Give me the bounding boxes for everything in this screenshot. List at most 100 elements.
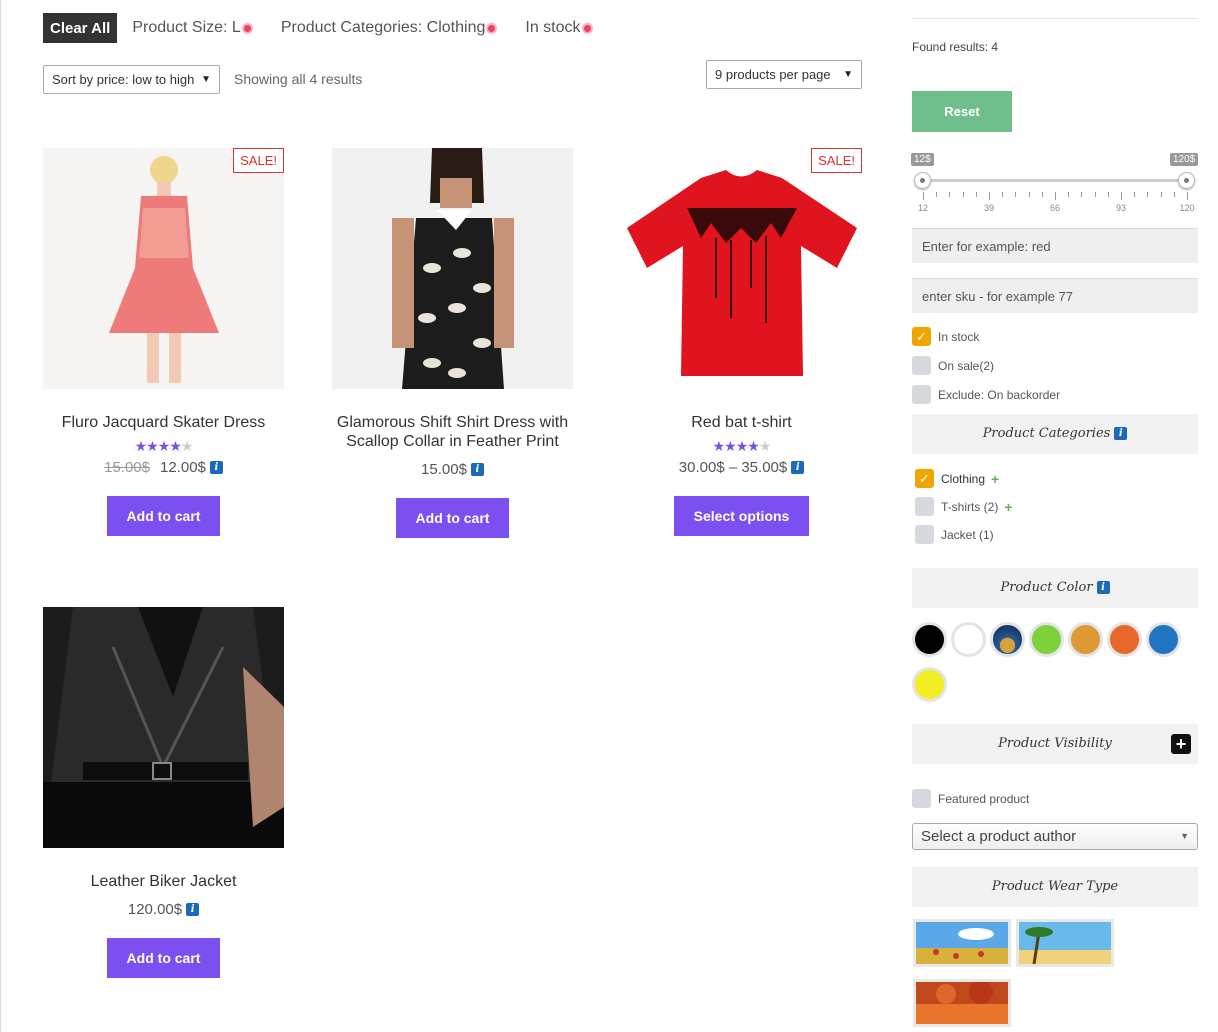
add-to-cart-button[interactable]: Add to cart: [106, 496, 221, 536]
slider-tick: [1002, 192, 1004, 197]
price-slider-track[interactable]: [922, 179, 1187, 182]
info-icon[interactable]: i: [186, 903, 200, 916]
color-search-input[interactable]: Enter for example: red: [912, 228, 1198, 263]
chevron-down-icon: ▼: [1180, 831, 1189, 841]
checkmark-icon[interactable]: ✓: [915, 469, 934, 488]
color-swatch[interactable]: [951, 622, 986, 657]
expand-icon[interactable]: +: [991, 471, 999, 487]
info-icon[interactable]: i: [1096, 581, 1110, 594]
checkbox-icon[interactable]: [912, 385, 931, 404]
product-title[interactable]: Leather Biker Jacket: [43, 872, 284, 891]
tick-label: 93: [1115, 203, 1127, 213]
slider-tick: [989, 192, 990, 200]
slider-tick: [1028, 192, 1030, 197]
remove-filter-icon[interactable]: [486, 22, 498, 34]
slider-tick: [1160, 192, 1162, 197]
color-swatch[interactable]: [1146, 622, 1181, 657]
price-slider-max-handle[interactable]: [1178, 172, 1195, 189]
category-tshirts[interactable]: T-shirts (2) +: [915, 497, 1013, 516]
checkmark-icon[interactable]: ✓: [912, 327, 931, 346]
color-swatch[interactable]: [912, 622, 947, 657]
info-icon[interactable]: i: [1114, 427, 1128, 440]
product-card: SALE! Red bat t-shirt ★★★★★ 30.00$ – 35.…: [621, 148, 862, 536]
product-price: 120.00$ i: [43, 901, 284, 918]
wear-type-thumb[interactable]: [913, 919, 1011, 967]
filter-chip-size[interactable]: Product Size: L: [132, 19, 253, 37]
color-swatch[interactable]: [912, 667, 947, 702]
slider-tick: [923, 192, 924, 200]
product-image[interactable]: SALE!: [43, 148, 284, 389]
category-jacket[interactable]: Jacket (1): [915, 525, 994, 544]
tshirt-image: [621, 148, 862, 389]
color-swatch[interactable]: [990, 622, 1025, 657]
slider-tick: [1187, 192, 1188, 200]
categories-header: Product Categories i: [912, 414, 1198, 454]
wear-type-thumb[interactable]: [1016, 919, 1114, 967]
chevron-down-icon: ▼: [843, 69, 853, 80]
color-swatch[interactable]: [1107, 622, 1142, 657]
exclude-backorder-checkbox[interactable]: Exclude: On backorder: [912, 385, 1060, 404]
sku-input[interactable]: enter sku - for example 77: [912, 278, 1198, 313]
color-swatch[interactable]: [1068, 622, 1103, 657]
dress-image: [43, 148, 284, 389]
tick-label: 120: [1179, 203, 1195, 213]
reset-button[interactable]: Reset: [912, 91, 1012, 132]
info-icon[interactable]: i: [209, 461, 223, 474]
select-options-button[interactable]: Select options: [673, 496, 810, 536]
dress-image: [332, 148, 573, 389]
price-min-label: 12$: [911, 153, 934, 166]
slider-tick: [975, 192, 977, 197]
color-swatch[interactable]: [1029, 622, 1064, 657]
remove-filter-icon[interactable]: [581, 22, 593, 34]
slider-tick: [949, 192, 951, 197]
tick-label: 66: [1049, 203, 1061, 213]
product-card: Glamorous Shift Shirt Dress with Scallop…: [332, 148, 573, 538]
filter-chip-category[interactable]: Product Categories: Clothing: [281, 19, 498, 37]
chevron-down-icon: ▼: [201, 74, 211, 85]
product-title[interactable]: Red bat t-shirt: [621, 413, 862, 432]
product-price: 15.00$ i: [332, 461, 573, 478]
beach-image: [1019, 922, 1111, 965]
product-image[interactable]: SALE!: [621, 148, 862, 389]
remove-filter-icon[interactable]: [241, 22, 253, 34]
category-clothing[interactable]: ✓ Clothing +: [915, 469, 999, 488]
product-image[interactable]: [332, 148, 573, 389]
slider-tick: [962, 192, 964, 197]
checkbox-icon[interactable]: [915, 497, 934, 516]
product-image[interactable]: [43, 607, 284, 848]
active-filters: Clear All Product Size: L Product Catego…: [43, 13, 621, 43]
left-border: [0, 0, 1, 1032]
tick-label: 12: [917, 203, 929, 213]
expand-plus-icon[interactable]: +: [1171, 734, 1191, 754]
sale-badge: SALE!: [233, 148, 284, 173]
results-count: Showing all 4 results: [234, 71, 363, 87]
per-page-select[interactable]: 9 products per page ▼: [706, 60, 862, 89]
featured-checkbox[interactable]: Featured product: [912, 789, 1029, 808]
sort-select[interactable]: Sort by price: low to high ▼: [43, 65, 220, 94]
price-slider-min-handle[interactable]: [914, 172, 931, 189]
product-price: 30.00$ – 35.00$ i: [621, 459, 862, 476]
in-stock-checkbox[interactable]: ✓ In stock: [912, 327, 979, 346]
add-to-cart-button[interactable]: Add to cart: [106, 938, 221, 978]
add-to-cart-button[interactable]: Add to cart: [395, 498, 510, 538]
wear-type-thumb[interactable]: [913, 979, 1011, 1027]
product-card: Leather Biker Jacket 120.00$ i Add to car…: [43, 607, 284, 978]
info-icon[interactable]: i: [470, 463, 484, 476]
landscape-image: [916, 922, 1008, 964]
info-icon[interactable]: i: [791, 461, 805, 474]
checkbox-icon[interactable]: [912, 356, 931, 375]
checkbox-icon[interactable]: [915, 525, 934, 544]
author-select[interactable]: Select a product author ▼: [912, 823, 1198, 850]
product-title[interactable]: Glamorous Shift Shirt Dress with Scallop…: [332, 413, 573, 451]
product-title[interactable]: Fluro Jacquard Skater Dress: [43, 413, 284, 432]
slider-tick: [1055, 192, 1056, 200]
product-card: SALE! Fluro Jacquard Skater Dress ★★★★★ …: [43, 148, 284, 536]
filter-chip-stock[interactable]: In stock: [525, 19, 593, 37]
slider-tick: [1081, 192, 1083, 197]
checkbox-icon[interactable]: [912, 789, 931, 808]
product-price: 15.00$ 12.00$ i: [43, 459, 284, 476]
expand-icon[interactable]: +: [1004, 499, 1012, 515]
on-sale-checkbox[interactable]: On sale(2): [912, 356, 994, 375]
clear-all-button[interactable]: Clear All: [43, 13, 118, 43]
slider-tick: [1068, 192, 1070, 197]
